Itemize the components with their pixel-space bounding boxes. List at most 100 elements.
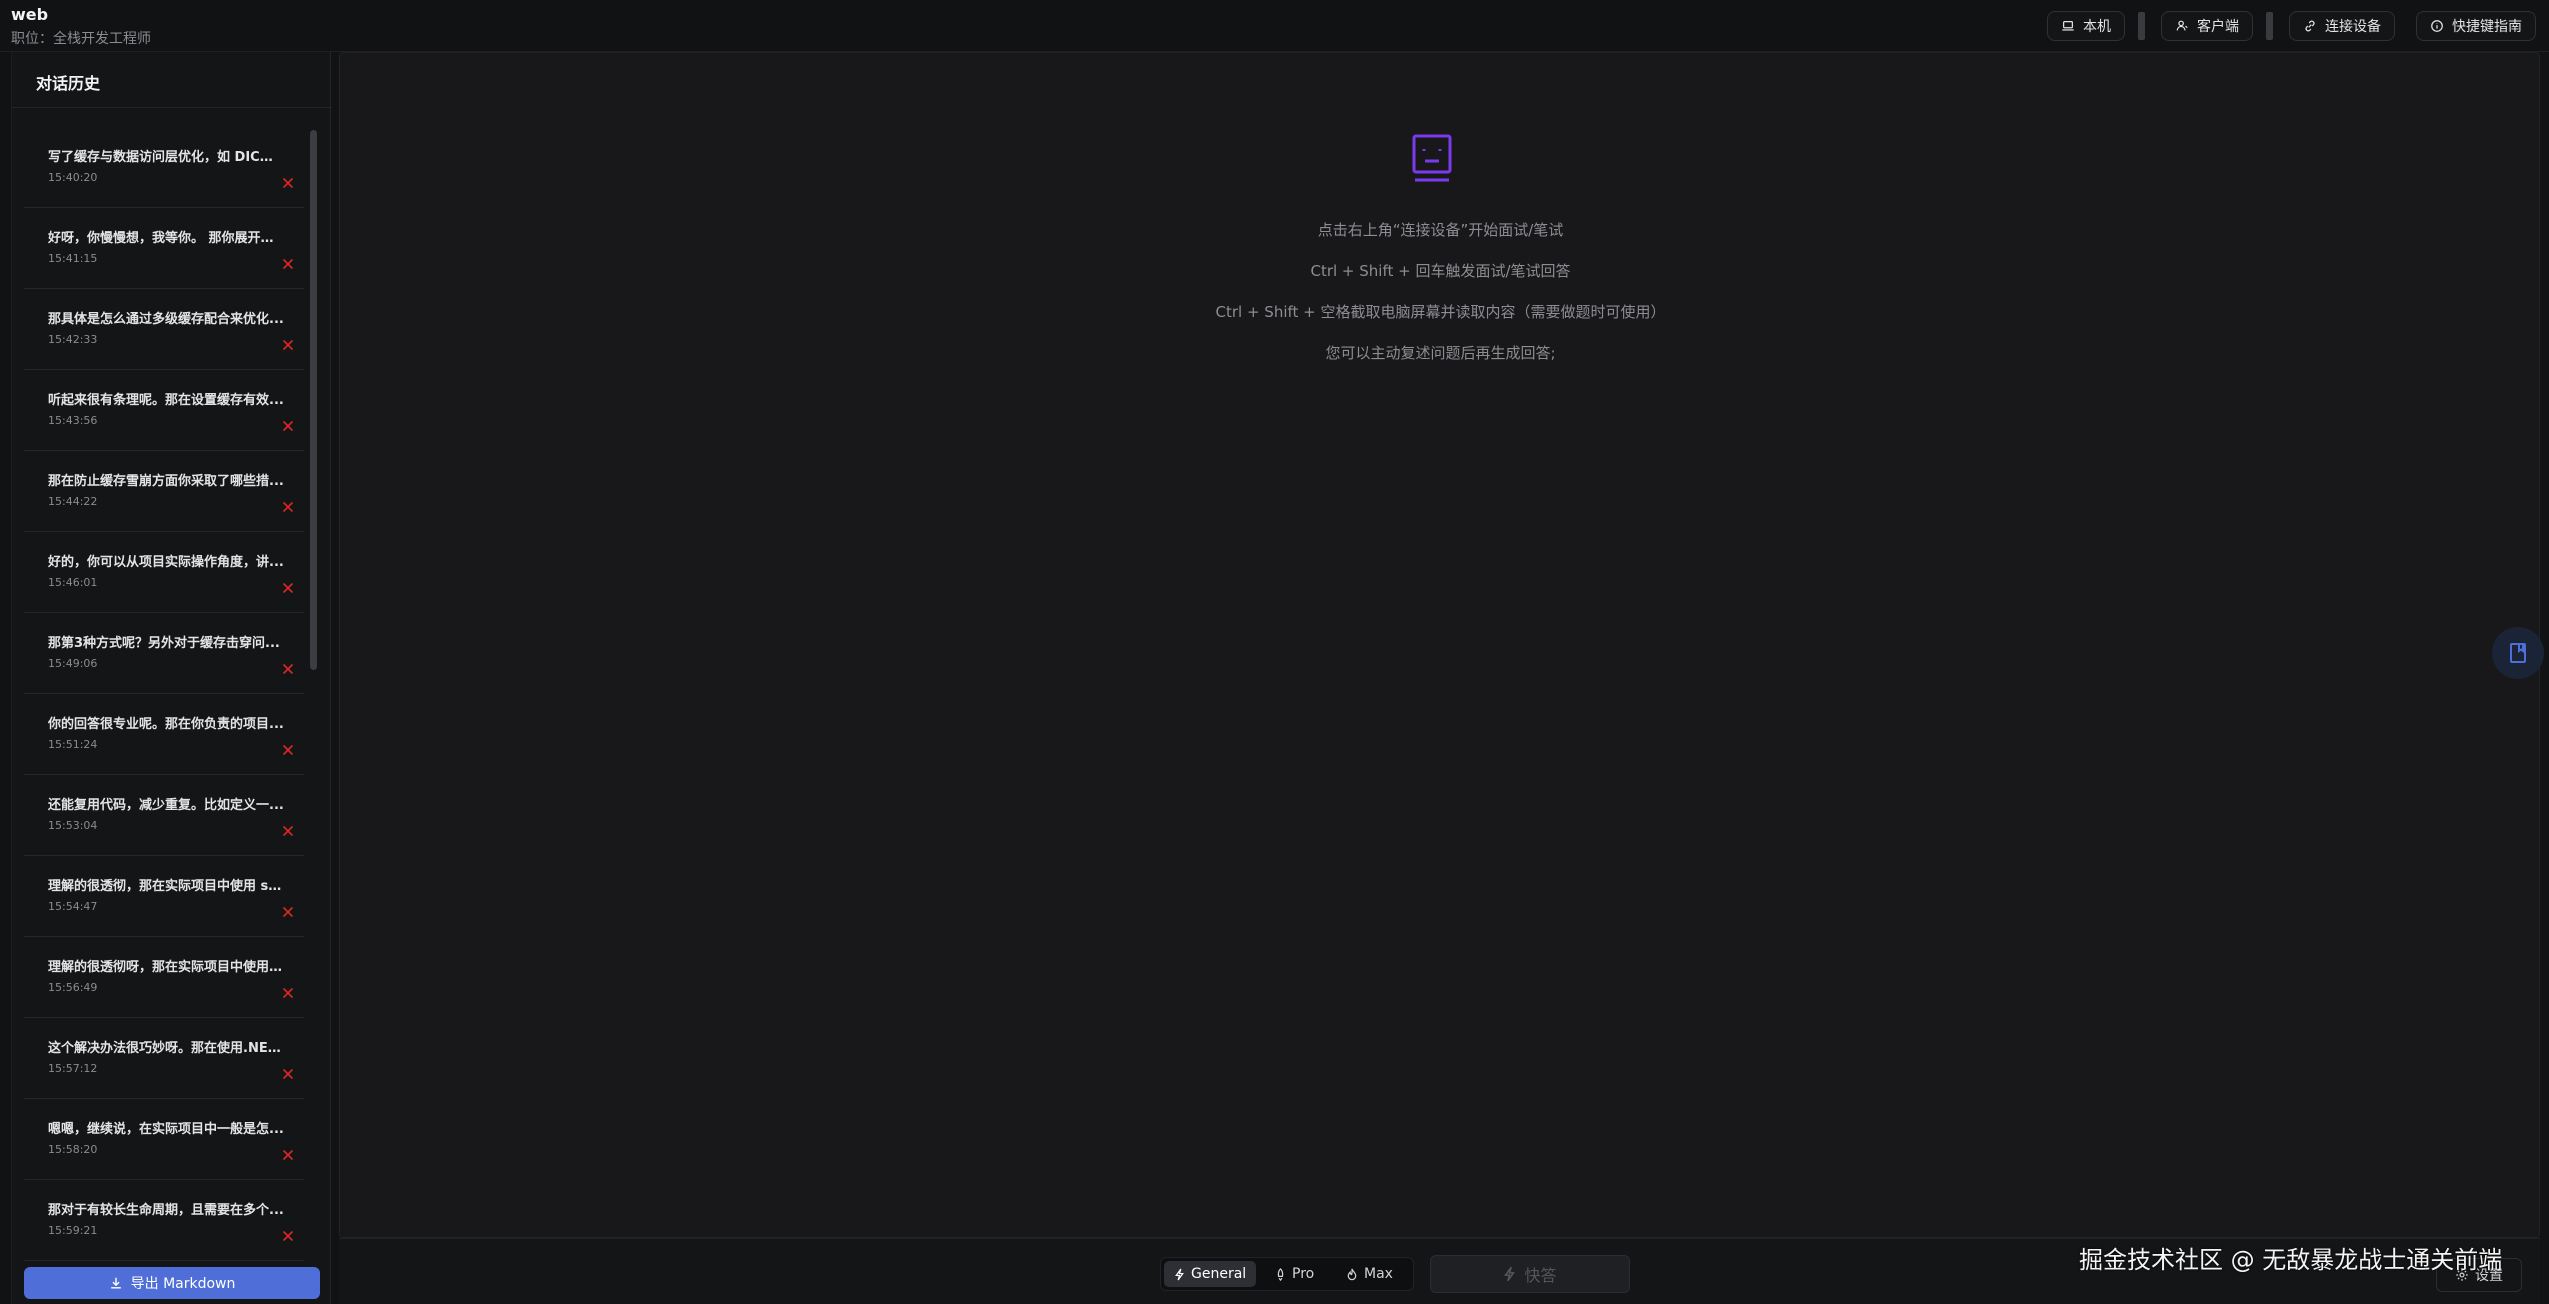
connect-device-button[interactable]: 连接设备 <box>2289 11 2395 41</box>
close-icon[interactable] <box>280 661 296 677</box>
export-markdown-label: 导出 Markdown <box>130 1276 236 1292</box>
close-icon[interactable] <box>280 499 296 515</box>
history-item-time: 15:41:15 <box>48 252 98 265</box>
history-item[interactable]: 好呀，你慢慢想，我等你。 那你展开说... 15:41:15 <box>24 208 304 289</box>
history-item[interactable]: 理解的很透彻呀，那在实际项目中使用 ... 15:56:49 <box>24 937 304 1018</box>
hint-line-repeat: 您可以主动复述问题后再生成回答; <box>1325 344 1556 362</box>
flame-icon <box>1347 1268 1357 1280</box>
export-markdown-button[interactable]: 导出 Markdown <box>24 1267 320 1299</box>
history-item[interactable]: 还能复用代码，减少重复。比如定义一... 15:53:04 <box>24 775 304 856</box>
side-panel-toggle[interactable] <box>2492 627 2544 679</box>
close-icon[interactable] <box>280 904 296 920</box>
history-item[interactable]: 理解的很透彻，那在实际项目中使用 s t... 15:54:47 <box>24 856 304 937</box>
history-item-time: 15:43:56 <box>48 414 98 427</box>
mode-max[interactable]: Max <box>1336 1261 1403 1287</box>
history-item[interactable]: 听起来很有条理呢。那在设置缓存有效... 15:43:56 <box>24 370 304 451</box>
history-sidebar: 对话历史 写了缓存与数据访问层优化，如 DICM... 15:40:20 好呀，你慢… <box>11 52 332 1304</box>
client-button[interactable]: 客户端 <box>2161 11 2253 41</box>
zap-icon <box>1175 1268 1184 1280</box>
history-item-time: 15:49:06 <box>48 657 98 670</box>
top-header: web 职位：全栈开发工程师 本机 客户端 连接设备 快捷键指南 <box>0 0 2549 52</box>
history-item[interactable]: 好的，你可以从项目实际操作角度，讲... 15:46:01 <box>24 532 304 613</box>
history-item[interactable]: 那具体是怎么通过多级缓存配合来优化... 15:42:33 <box>24 289 304 370</box>
history-item-time: 15:59:21 <box>48 1224 98 1237</box>
history-item[interactable]: 那在防止缓存雪崩方面你采取了哪些措... 15:44:22 <box>24 451 304 532</box>
history-item[interactable]: 这个解决办法很巧妙呀。那在使用.NET ... 15:57:12 <box>24 1018 304 1099</box>
quick-answer-label: 快答 <box>1524 1266 1557 1285</box>
history-item-time: 15:58:20 <box>48 1143 98 1156</box>
history-item-time: 15:53:04 <box>48 819 98 832</box>
download-icon <box>110 1277 121 1289</box>
history-item-text: 那对于有较长生命周期，且需要在多个... <box>48 1203 284 1218</box>
hint-line-enter: Ctrl + Shift + 回车触发面试/笔试回答 <box>1310 262 1571 280</box>
history-item-time: 15:44:22 <box>48 495 98 508</box>
history-item[interactable]: 你的回答很专业呢。那在你负责的项目... 15:51:24 <box>24 694 304 775</box>
history-item-time: 15:42:33 <box>48 333 98 346</box>
mode-general[interactable]: General <box>1164 1261 1257 1287</box>
hint-line-screenshot: Ctrl + Shift + 空格截取电脑屏幕并读取内容（需要做题时可使用） <box>1215 303 1666 321</box>
header-separator <box>2266 12 2273 40</box>
app-title: web <box>11 5 49 24</box>
sidebar-title: 对话历史 <box>36 74 101 93</box>
book-icon <box>2510 643 2526 663</box>
history-item-text: 听起来很有条理呢。那在设置缓存有效... <box>48 393 284 408</box>
link-icon <box>2305 20 2315 32</box>
close-icon[interactable] <box>280 175 296 191</box>
mode-selector: General Pro Max <box>1160 1257 1414 1291</box>
close-icon[interactable] <box>280 418 296 434</box>
mode-max-label: Max <box>1364 1266 1393 1282</box>
history-item-time: 15:40:20 <box>48 171 98 184</box>
history-item-time: 15:51:24 <box>48 738 98 751</box>
history-item-text: 好的，你可以从项目实际操作角度，讲... <box>48 555 284 570</box>
close-icon[interactable] <box>280 823 296 839</box>
watermark: 掘金技术社区 @ 无敌暴龙战士通关前端 <box>2079 1246 2503 1274</box>
laptop-icon <box>2062 21 2074 31</box>
connect-device-label: 连接设备 <box>2325 19 2381 35</box>
mode-pro-label: Pro <box>1292 1266 1315 1282</box>
close-icon[interactable] <box>280 985 296 1001</box>
hint-line-connect: 点击右上角“连接设备”开始面试/笔试 <box>1317 221 1564 239</box>
history-item-text: 这个解决办法很巧妙呀。那在使用.NET ... <box>48 1041 284 1056</box>
robot-icon <box>1412 134 1452 182</box>
history-item-text: 那在防止缓存雪崩方面你采取了哪些措... <box>48 474 284 489</box>
history-item-text: 理解的很透彻呀，那在实际项目中使用 ... <box>48 960 284 975</box>
close-icon[interactable] <box>280 742 296 758</box>
mode-pro[interactable]: Pro <box>1265 1261 1324 1287</box>
rocket-icon <box>1277 1267 1284 1281</box>
shortcut-guide-button[interactable]: 快捷键指南 <box>2416 11 2536 41</box>
info-icon <box>2431 20 2443 32</box>
history-item[interactable]: 写了缓存与数据访问层优化，如 DICM... 15:40:20 <box>24 127 304 208</box>
job-title: 职位：全栈开发工程师 <box>11 31 151 47</box>
history-item-text: 那第3种方式呢？另外对于缓存击穿问... <box>48 636 280 651</box>
app-window: web 职位：全栈开发工程师 本机 客户端 连接设备 快捷键指南 对话历史 写了… <box>0 0 2549 1304</box>
user-tie-icon <box>2176 20 2188 31</box>
history-item-text: 你的回答很专业呢。那在你负责的项目... <box>48 717 284 732</box>
zap-icon <box>1504 1266 1516 1282</box>
quick-answer-button[interactable]: 快答 <box>1430 1255 1630 1293</box>
history-item-text: 那具体是怎么通过多级缓存配合来优化... <box>48 312 284 327</box>
history-item-time: 15:46:01 <box>48 576 98 589</box>
mode-general-label: General <box>1191 1266 1247 1282</box>
history-item-time: 15:57:12 <box>48 1062 98 1075</box>
close-icon[interactable] <box>280 337 296 353</box>
close-icon[interactable] <box>280 1228 296 1244</box>
history-item-text: 理解的很透彻，那在实际项目中使用 s t... <box>48 879 284 894</box>
history-item-text: 嗯嗯，继续说，在实际项目中一般是怎... <box>48 1122 284 1137</box>
close-icon[interactable] <box>280 580 296 596</box>
sidebar-divider <box>12 107 332 108</box>
history-item[interactable]: 那对于有较长生命周期，且需要在多个... 15:59:21 <box>24 1180 304 1261</box>
history-item[interactable]: 那第3种方式呢？另外对于缓存击穿问... 15:49:06 <box>24 613 304 694</box>
history-list: 写了缓存与数据访问层优化，如 DICM... 15:40:20 好呀，你慢慢想，我等… <box>24 127 304 1302</box>
local-button-label: 本机 <box>2083 19 2111 35</box>
shortcut-guide-label: 快捷键指南 <box>2452 19 2522 35</box>
close-icon[interactable] <box>280 256 296 272</box>
history-item-text: 还能复用代码，减少重复。比如定义一... <box>48 798 284 813</box>
header-separator <box>2138 12 2145 40</box>
history-item-time: 15:56:49 <box>48 981 98 994</box>
close-icon[interactable] <box>280 1066 296 1082</box>
history-item-text: 写了缓存与数据访问层优化，如 DICM... <box>48 150 284 165</box>
local-button[interactable]: 本机 <box>2047 11 2125 41</box>
history-item[interactable]: 嗯嗯，继续说，在实际项目中一般是怎... 15:58:20 <box>24 1099 304 1180</box>
close-icon[interactable] <box>280 1147 296 1163</box>
history-scrollbar[interactable] <box>310 130 317 670</box>
